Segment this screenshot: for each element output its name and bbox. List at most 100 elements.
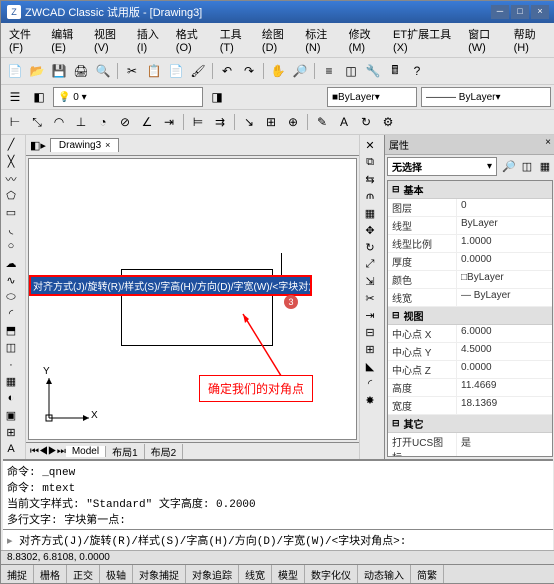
- prop-value[interactable]: — ByLayer: [457, 289, 552, 306]
- status-模型[interactable]: 模型: [272, 565, 305, 583]
- calc-icon[interactable]: 🖩: [385, 61, 405, 81]
- dim-aligned-icon[interactable]: ⤡: [27, 112, 47, 132]
- break-icon[interactable]: ⊟: [362, 324, 378, 340]
- save-icon[interactable]: 💾: [49, 61, 69, 81]
- prop-row[interactable]: 颜色□ByLayer: [388, 271, 552, 289]
- menu-view[interactable]: 视图(V): [90, 25, 131, 55]
- gradient-icon[interactable]: ◐: [3, 390, 19, 406]
- dim-tedit-icon[interactable]: A: [334, 112, 354, 132]
- tool-icon[interactable]: 🔧: [363, 61, 383, 81]
- hatch-icon[interactable]: ▦: [3, 374, 19, 390]
- prop-value[interactable]: 4.5000: [457, 343, 552, 360]
- dim-linear-icon[interactable]: ⊢: [5, 112, 25, 132]
- rotate-icon[interactable]: ↻: [362, 239, 378, 255]
- new-icon[interactable]: 📄: [5, 61, 25, 81]
- rect-icon[interactable]: ▭: [3, 205, 19, 221]
- close-button[interactable]: ×: [531, 5, 549, 19]
- trim-icon[interactable]: ✂: [362, 290, 378, 306]
- xline-icon[interactable]: ╳: [3, 154, 19, 170]
- prop-value[interactable]: 18.1369: [457, 397, 552, 414]
- status-对象追踪[interactable]: 对象追踪: [186, 565, 239, 583]
- properties-grid[interactable]: 基本图层0线型ByLayer线型比例1.0000厚度0.0000颜色□ByLay…: [387, 180, 553, 457]
- copy2-icon[interactable]: ⧉: [362, 154, 378, 170]
- open-icon[interactable]: 📂: [27, 61, 47, 81]
- color-select[interactable]: ■ ByLayer ▾: [327, 87, 417, 107]
- prop-value[interactable]: 0.0000: [457, 361, 552, 378]
- model-tab[interactable]: Model: [66, 446, 106, 457]
- copy-icon[interactable]: 📋: [144, 61, 164, 81]
- ellipse-icon[interactable]: ⬭: [3, 289, 19, 305]
- linetype-select[interactable]: ——— ByLayer ▾: [421, 87, 551, 107]
- match-icon[interactable]: 🖌: [188, 61, 208, 81]
- arc-icon[interactable]: ◟: [3, 222, 19, 238]
- mirror-icon[interactable]: ⇆: [362, 171, 378, 187]
- menu-dimension[interactable]: 标注(N): [301, 25, 342, 55]
- prop-value[interactable]: □ByLayer: [457, 271, 552, 288]
- status-线宽[interactable]: 线宽: [239, 565, 272, 583]
- dynamic-input-prompt[interactable]: 对齐方式(J)/旋转(R)/样式(S)/字高(H)/方向(D)/字宽(W)/<字…: [29, 275, 312, 296]
- dim-arc-icon[interactable]: ◠: [49, 112, 69, 132]
- minimize-button[interactable]: ─: [491, 5, 509, 19]
- command-input[interactable]: ▸ 对齐方式(J)/旋转(R)/样式(S)/字高(H)/方向(D)/字宽(W)/…: [3, 529, 553, 550]
- prop-row[interactable]: 图层0: [388, 199, 552, 217]
- prop-value[interactable]: 是: [457, 433, 552, 457]
- pan-icon[interactable]: ✋: [268, 61, 288, 81]
- prop-group[interactable]: 基本: [388, 181, 552, 199]
- prop-row[interactable]: 线型ByLayer: [388, 217, 552, 235]
- status-栅格[interactable]: 栅格: [34, 565, 67, 583]
- prop-row[interactable]: 中心点 Y4.5000: [388, 343, 552, 361]
- status-捕捉[interactable]: 捕捉: [1, 565, 34, 583]
- dim-tolerance-icon[interactable]: ⊞: [261, 112, 281, 132]
- zoom-icon[interactable]: 🔎: [290, 61, 310, 81]
- table-icon[interactable]: ⊞: [3, 424, 19, 440]
- prop-row[interactable]: 厚度0.0000: [388, 253, 552, 271]
- polygon-icon[interactable]: ⬠: [3, 188, 19, 204]
- layout2-tab[interactable]: 布局2: [145, 444, 184, 459]
- menu-modify[interactable]: 修改(M): [345, 25, 387, 55]
- props-close-icon[interactable]: ×: [545, 137, 551, 152]
- pickadd-icon[interactable]: ◫: [519, 159, 535, 175]
- explode-icon[interactable]: ✸: [362, 392, 378, 408]
- array-icon[interactable]: ▦: [362, 205, 378, 221]
- menu-edit[interactable]: 编辑(E): [47, 25, 88, 55]
- revcloud-icon[interactable]: ☁: [3, 255, 19, 271]
- chamfer-icon[interactable]: ◣: [362, 358, 378, 374]
- mtext-icon[interactable]: A: [3, 441, 19, 457]
- menu-et[interactable]: ET扩展工具(X): [389, 25, 462, 55]
- quickselect-icon[interactable]: 🔎: [501, 159, 517, 175]
- dim-radius-icon[interactable]: ◔: [93, 112, 113, 132]
- stretch-icon[interactable]: ⇲: [362, 273, 378, 289]
- extend-icon[interactable]: ⇥: [362, 307, 378, 323]
- prop-value[interactable]: ByLayer: [457, 217, 552, 234]
- preview-icon[interactable]: 🔍: [93, 61, 113, 81]
- dim-ordinate-icon[interactable]: ⊥: [71, 112, 91, 132]
- dim-diameter-icon[interactable]: ⊘: [115, 112, 135, 132]
- status-对象捕捉[interactable]: 对象捕捉: [133, 565, 186, 583]
- layer-iso-icon[interactable]: ◨: [207, 87, 227, 107]
- undo-icon[interactable]: ↶: [217, 61, 237, 81]
- print-icon[interactable]: 🖨: [71, 61, 91, 81]
- erase-icon[interactable]: ✕: [362, 137, 378, 153]
- prop-row[interactable]: 线型比例1.0000: [388, 235, 552, 253]
- status-数字化仪[interactable]: 数字化仪: [305, 565, 358, 583]
- status-极轴[interactable]: 极轴: [100, 565, 133, 583]
- menu-format[interactable]: 格式(O): [172, 25, 214, 55]
- dim-baseline-icon[interactable]: ⊨: [188, 112, 208, 132]
- layer-mgr-icon[interactable]: ☰: [5, 87, 25, 107]
- drawing-canvas[interactable]: 对齐方式(J)/旋转(R)/样式(S)/字高(H)/方向(D)/字宽(W)/<字…: [28, 158, 357, 440]
- redo-icon[interactable]: ↷: [239, 61, 259, 81]
- prop-group[interactable]: 其它: [388, 415, 552, 433]
- layout1-tab[interactable]: 布局1: [106, 444, 145, 459]
- design-icon[interactable]: ◫: [341, 61, 361, 81]
- offset-icon[interactable]: ⫙: [362, 188, 378, 204]
- prop-row[interactable]: 打开UCS图标是: [388, 433, 552, 457]
- prop-value[interactable]: 0.0000: [457, 253, 552, 270]
- props-icon[interactable]: ≡: [319, 61, 339, 81]
- dim-leader-icon[interactable]: ↘: [239, 112, 259, 132]
- menu-insert[interactable]: 插入(I): [133, 25, 170, 55]
- maximize-button[interactable]: □: [511, 5, 529, 19]
- prop-value[interactable]: 0: [457, 199, 552, 216]
- circle-icon[interactable]: ○: [3, 238, 19, 254]
- join-icon[interactable]: ⊞: [362, 341, 378, 357]
- drawing-tab[interactable]: Drawing3×: [50, 138, 120, 152]
